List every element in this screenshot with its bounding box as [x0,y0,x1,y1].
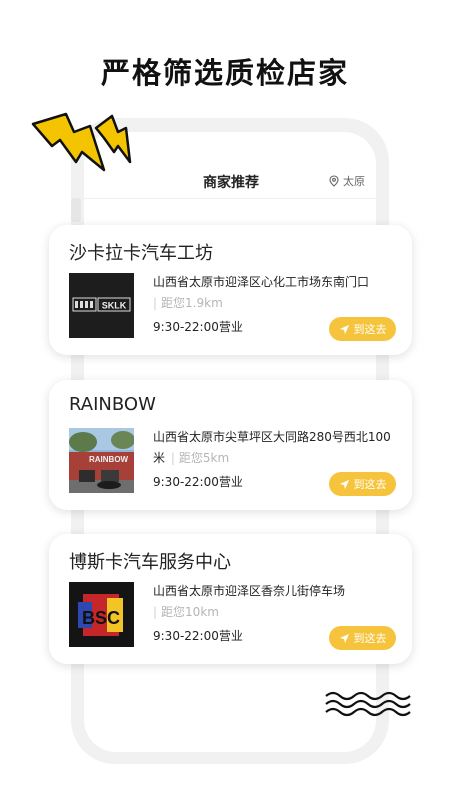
svg-text:RAINBOW: RAINBOW [89,455,129,464]
svg-text:BSC: BSC [82,608,120,628]
merchant-card[interactable]: RAINBOW RAINBOW 山西省太原市尖草坪区大同路280号西北100米 … [49,380,412,510]
page-title: 商家推荐 [203,175,259,191]
merchant-name: RAINBOW [69,394,156,415]
merchant-hours: 9:30-22:00营业 [153,475,243,489]
merchant-name: 沙卡拉卡汽车工坊 [69,243,213,264]
navigation-arrow-icon [339,633,349,643]
merchant-address: 山西省太原市迎泽区心化工市场东南门口 [153,275,370,289]
merchant-distance: 距您5km [178,451,230,465]
merchant-card[interactable]: 博斯卡汽车服务中心 BSC 山西省太原市迎泽区香奈儿街停车场 | 距您10km 9… [49,534,412,664]
merchant-hours: 9:30-22:00营业 [153,320,243,334]
merchant-logo: BSC [69,582,134,647]
svg-text:SKLK: SKLK [102,301,127,311]
merchant-name: 博斯卡汽车服务中心 [69,552,231,573]
navigate-label: 到这去 [353,632,387,645]
merchant-distance: | 距您1.9km [153,296,223,310]
navigation-arrow-icon [339,479,349,489]
merchant-card[interactable]: 沙卡拉卡汽车工坊 SKLK 山西省太原市迎泽区心化工市场东南门口 | 距您1.9k… [49,225,412,355]
merchant-photo: RAINBOW [69,428,134,493]
navigate-button[interactable]: 到这去 [329,472,396,496]
navigate-label: 到这去 [353,323,387,336]
headline: 严格筛选质检店家 [100,56,349,90]
merchant-distance: | 距您10km [153,605,219,619]
phone-side-button [71,198,81,222]
location-selector[interactable]: 太原 [328,173,365,189]
navigate-button[interactable]: 到这去 [329,626,396,650]
city-label: 太原 [343,175,365,188]
merchant-logo: SKLK [69,273,134,338]
navigate-button[interactable]: 到这去 [329,317,396,341]
merchant-hours: 9:30-22:00营业 [153,629,243,643]
navigation-arrow-icon [339,324,349,334]
header-divider [84,198,376,199]
map-pin-icon [329,175,339,187]
merchant-address: 山西省太原市尖草坪区大同路280号西北100米 | 距您5km [153,430,391,465]
wave-lines-icon [325,691,411,717]
merchant-address: 山西省太原市迎泽区香奈儿街停车场 [153,584,346,598]
navigate-label: 到这去 [353,478,387,491]
